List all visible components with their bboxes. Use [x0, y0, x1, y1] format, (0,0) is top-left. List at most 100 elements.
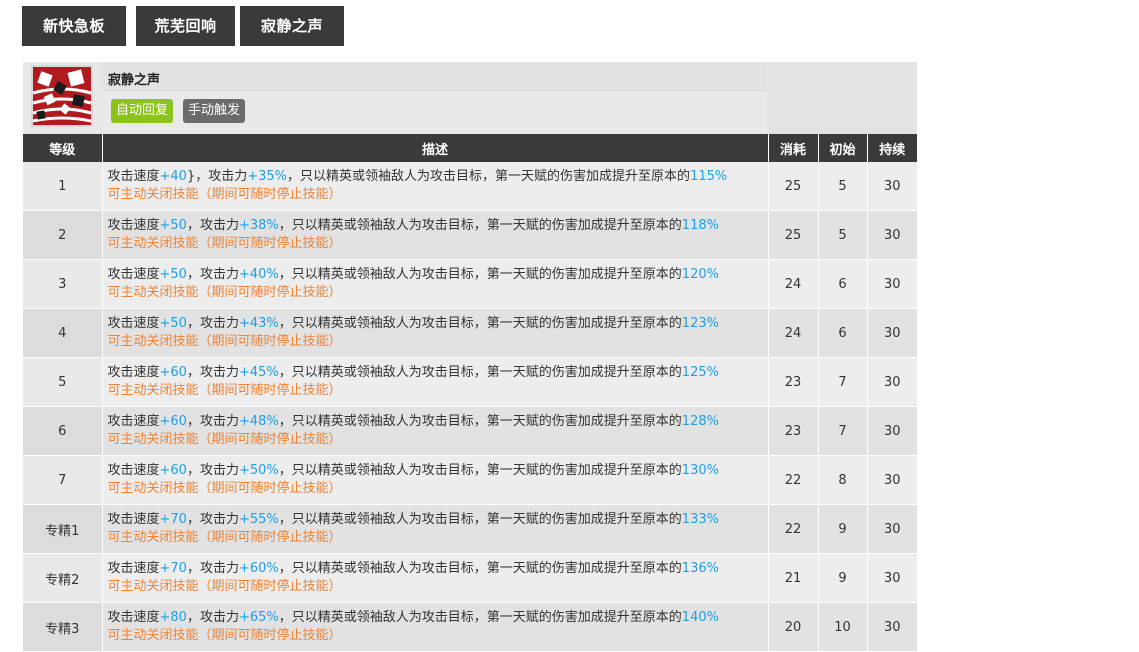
attack-speed-value: +50 — [159, 316, 187, 331]
attack-value: +55% — [238, 512, 279, 527]
level-cell: 专精1 — [23, 504, 103, 554]
attack-value: +60% — [238, 561, 279, 576]
attack-label: 攻击力 — [199, 512, 239, 527]
table-row: 6 攻击速度+60，攻击力+48%，只以精英或领袖敌人为攻击目标，第一天赋的伤害加… — [23, 406, 917, 456]
separator-text: ， — [186, 610, 200, 625]
description-middle: ，只以精英或领袖敌人为攻击目标，第一天赋的伤害加成提升至原本的 — [278, 316, 682, 331]
attack-speed-value: +80 — [159, 610, 187, 625]
level-cell: 7 — [23, 455, 103, 505]
cost-cell: 22 — [768, 504, 819, 554]
separator-text: ， — [186, 463, 200, 478]
attack-speed-value: +60 — [159, 463, 187, 478]
description-main: 攻击速度+70，攻击力+55%，只以精英或领袖敌人为攻击目标，第一天赋的伤害加成… — [108, 511, 768, 529]
description-middle: ，只以精英或领袖敌人为攻击目标，第一天赋的伤害加成提升至原本的 — [278, 463, 682, 478]
table-header-row: 等级 描述 消耗 初始 持续 — [23, 134, 917, 162]
attack-speed-value: +60 — [159, 414, 187, 429]
level-cell: 4 — [23, 308, 103, 358]
table-row: 5 攻击速度+60，攻击力+45%，只以精英或领袖敌人为攻击目标，第一天赋的伤害加… — [23, 357, 917, 407]
level-cell: 3 — [23, 259, 103, 309]
attack-speed-label: 攻击速度 — [107, 561, 160, 576]
cost-cell: 23 — [768, 406, 819, 456]
duration-cell: 30 — [867, 357, 917, 407]
attack-speed-label: 攻击速度 — [107, 169, 160, 184]
initial-cell: 9 — [818, 504, 868, 554]
description-middle: ，只以精英或领袖敌人为攻击目标，第一天赋的伤害加成提升至原本的 — [278, 414, 682, 429]
cost-cell: 25 — [768, 162, 819, 211]
duration-cell: 30 — [867, 308, 917, 358]
description-cell: 攻击速度+50，攻击力+38%，只以精英或领袖敌人为攻击目标，第一天赋的伤害加成… — [102, 210, 769, 260]
description-cell: 攻击速度+50，攻击力+40%，只以精英或领袖敌人为攻击目标，第一天赋的伤害加成… — [102, 259, 769, 309]
initial-cell: 9 — [818, 553, 868, 603]
attack-value: +65% — [238, 610, 279, 625]
description-main: 攻击速度+60，攻击力+45%，只以精英或领袖敌人为攻击目标，第一天赋的伤害加成… — [108, 364, 768, 382]
initial-cell: 10 — [818, 602, 868, 652]
separator-text: ， — [186, 267, 200, 282]
initial-cell: 7 — [818, 357, 868, 407]
description-main: 攻击速度+50，攻击力+40%，只以精英或领袖敌人为攻击目标，第一天赋的伤害加成… — [108, 266, 768, 284]
description-main: 攻击速度+40}，攻击力+35%，只以精英或领袖敌人为攻击目标，第一天赋的伤害加… — [108, 168, 768, 186]
damage-bonus-value: 120% — [681, 267, 719, 282]
attack-speed-label: 攻击速度 — [107, 365, 160, 380]
attack-label: 攻击力 — [199, 561, 239, 576]
tab-skill-2[interactable]: 荒芜回响 — [136, 6, 235, 46]
attack-label: 攻击力 — [199, 316, 239, 331]
initial-cell: 6 — [818, 308, 868, 358]
skill-panel: 寂静之声 自动回复 手动触发 等级 描述 消耗 初始 持续 1 攻击速度+40}，… — [23, 62, 917, 652]
description-main: 攻击速度+60，攻击力+50%，只以精英或领袖敌人为攻击目标，第一天赋的伤害加成… — [108, 462, 768, 480]
separator-text: ， — [186, 414, 200, 429]
attack-value: +35% — [247, 169, 288, 184]
attack-label: 攻击力 — [199, 267, 239, 282]
description-note: 可主动关闭技能（期间可随时停止技能） — [107, 187, 342, 202]
description-main: 攻击速度+60，攻击力+48%，只以精英或领袖敌人为攻击目标，第一天赋的伤害加成… — [108, 413, 768, 431]
header-level: 等级 — [23, 134, 103, 162]
description-main: 攻击速度+50，攻击力+43%，只以精英或领袖敌人为攻击目标，第一天赋的伤害加成… — [108, 315, 768, 333]
table-row: 专精3 攻击速度+80，攻击力+65%，只以精英或领袖敌人为攻击目标，第一天赋的伤… — [23, 602, 917, 652]
cost-cell: 22 — [768, 455, 819, 505]
initial-cell: 8 — [818, 455, 868, 505]
attack-speed-value: +70 — [159, 561, 187, 576]
attack-speed-label: 攻击速度 — [107, 316, 160, 331]
initial-cell: 5 — [818, 162, 868, 211]
skill-level-table: 等级 描述 消耗 初始 持续 1 攻击速度+40}，攻击力+35%，只以精英或领袖… — [23, 134, 917, 652]
attack-label: 攻击力 — [208, 169, 248, 184]
attack-value: +40% — [238, 267, 279, 282]
attack-label: 攻击力 — [199, 463, 239, 478]
separator-text: ， — [186, 218, 200, 233]
attack-value: +38% — [238, 218, 279, 233]
table-row: 专精2 攻击速度+70，攻击力+60%，只以精英或领袖敌人为攻击目标，第一天赋的伤… — [23, 553, 917, 603]
damage-bonus-value: 136% — [681, 561, 719, 576]
level-cell: 专精2 — [23, 553, 103, 603]
duration-cell: 30 — [867, 602, 917, 652]
description-middle: ，只以精英或领袖敌人为攻击目标，第一天赋的伤害加成提升至原本的 — [278, 218, 682, 233]
description-middle: ，只以精英或领袖敌人为攻击目标，第一天赋的伤害加成提升至原本的 — [278, 267, 682, 282]
separator-text: ， — [186, 512, 200, 527]
initial-cell: 7 — [818, 406, 868, 456]
cost-cell: 24 — [768, 259, 819, 309]
tag-manual-trigger: 手动触发 — [183, 99, 246, 123]
attack-value: +48% — [238, 414, 279, 429]
description-middle: ，只以精英或领袖敌人为攻击目标，第一天赋的伤害加成提升至原本的 — [278, 365, 682, 380]
description-cell: 攻击速度+60，攻击力+45%，只以精英或领袖敌人为攻击目标，第一天赋的伤害加成… — [102, 357, 769, 407]
description-note: 可主动关闭技能（期间可随时停止技能） — [107, 579, 342, 594]
cost-cell: 23 — [768, 357, 819, 407]
duration-cell: 30 — [867, 455, 917, 505]
duration-cell: 30 — [867, 259, 917, 309]
skill-header: 寂静之声 自动回复 手动触发 — [23, 62, 917, 134]
description-middle: ，只以精英或领袖敌人为攻击目标，第一天赋的伤害加成提升至原本的 — [278, 561, 682, 576]
description-note: 可主动关闭技能（期间可随时停止技能） — [107, 236, 342, 251]
description-cell: 攻击速度+60，攻击力+50%，只以精英或领袖敌人为攻击目标，第一天赋的伤害加成… — [102, 455, 769, 505]
description-note: 可主动关闭技能（期间可随时停止技能） — [107, 530, 342, 545]
damage-bonus-value: 133% — [681, 512, 719, 527]
attack-speed-label: 攻击速度 — [107, 414, 160, 429]
damage-bonus-value: 128% — [681, 414, 719, 429]
tab-skill-1[interactable]: 新快急板 — [22, 6, 126, 46]
tab-skill-3[interactable]: 寂静之声 — [240, 6, 344, 46]
description-note: 可主动关闭技能（期间可随时停止技能） — [107, 481, 342, 496]
skill-tag-row: 自动回复 手动触发 — [103, 93, 767, 134]
description-cell: 攻击速度+50，攻击力+43%，只以精英或领袖敌人为攻击目标，第一天赋的伤害加成… — [102, 308, 769, 358]
attack-speed-value: +40 — [159, 169, 187, 184]
description-middle: ，只以精英或领袖敌人为攻击目标，第一天赋的伤害加成提升至原本的 — [278, 512, 682, 527]
damage-bonus-value: 123% — [681, 316, 719, 331]
description-cell: 攻击速度+70，攻击力+60%，只以精英或领袖敌人为攻击目标，第一天赋的伤害加成… — [102, 553, 769, 603]
duration-cell: 30 — [867, 406, 917, 456]
